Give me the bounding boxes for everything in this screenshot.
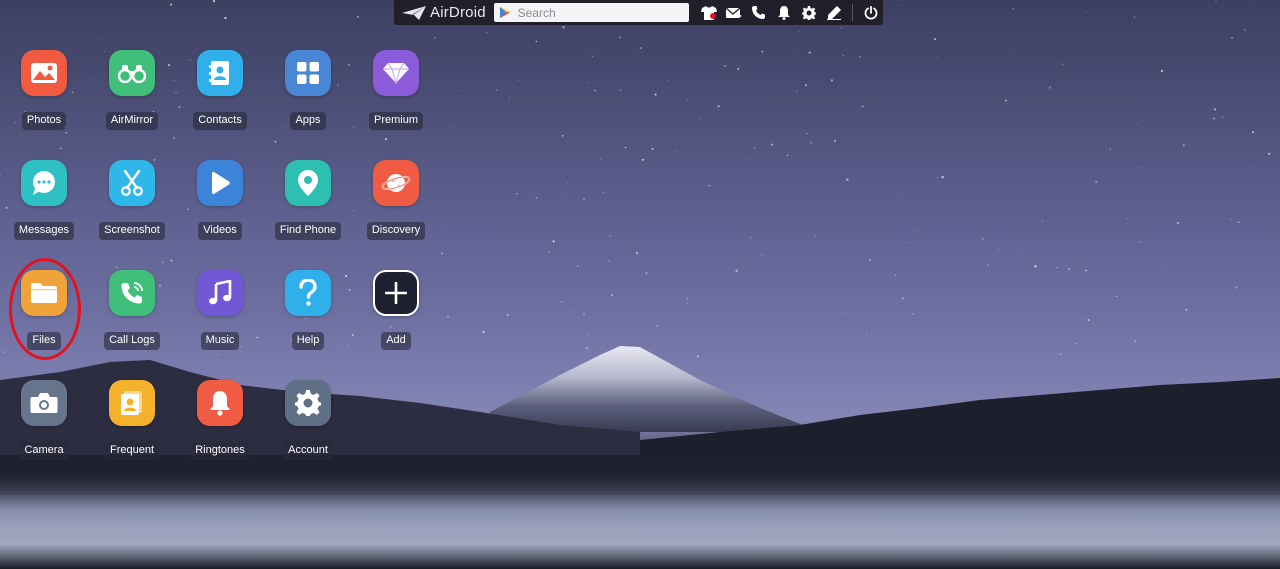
paper-plane-icon	[402, 5, 426, 20]
app-videos[interactable]: Videos	[180, 160, 260, 260]
app-label: Camera	[19, 442, 69, 460]
app-label: Screenshot	[99, 222, 165, 240]
airdroid-logo[interactable]: AirDroid	[402, 4, 494, 21]
planet-icon	[373, 160, 419, 206]
app-label: Music	[200, 332, 240, 350]
search-box[interactable]	[493, 3, 689, 22]
search-input[interactable]	[517, 5, 678, 20]
app-label: Contacts	[193, 112, 247, 130]
frequent-contact-card-icon	[109, 380, 155, 426]
app-airmirror[interactable]: AirMirror	[92, 50, 172, 150]
photos-icon	[21, 50, 67, 96]
app-discovery[interactable]: Discovery	[356, 160, 436, 260]
app-screenshot[interactable]: Screenshot	[92, 160, 172, 260]
app-help[interactable]: Help	[268, 270, 348, 370]
app-label: Apps	[290, 112, 326, 130]
play-icon	[197, 160, 243, 206]
app-music[interactable]: Music	[180, 270, 260, 370]
app-camera[interactable]: Camera	[4, 380, 84, 480]
app-frequent[interactable]: Frequent	[92, 380, 172, 480]
scissors-icon	[109, 160, 155, 206]
app-label: Account	[283, 442, 333, 460]
app-find-phone[interactable]: Find Phone	[268, 160, 348, 260]
app-ringtones[interactable]: Ringtones	[180, 380, 260, 480]
app-label: Discovery	[366, 222, 426, 240]
location-pin-icon	[285, 160, 331, 206]
mail-icon[interactable]	[722, 0, 747, 25]
app-label: Premium	[368, 112, 423, 130]
app-photos[interactable]: Photos	[4, 50, 84, 150]
folder-icon	[21, 270, 67, 316]
app-label: Add	[381, 332, 411, 350]
desktop-wallpaper: AirDroid Search Photos AirMirror Contact…	[0, 0, 1280, 569]
camera-icon	[21, 380, 67, 426]
music-note-icon	[197, 270, 243, 316]
plus-icon	[373, 270, 419, 316]
power-icon[interactable]	[858, 0, 883, 25]
app-label: Ringtones	[190, 442, 250, 460]
app-premium[interactable]: Premium	[356, 50, 436, 150]
gear-icon	[285, 380, 331, 426]
app-label: Photos	[21, 112, 67, 130]
play-store-icon	[499, 7, 510, 18]
gear-icon[interactable]	[796, 0, 821, 25]
edit-icon[interactable]	[821, 0, 846, 25]
app-contacts[interactable]: Contacts	[180, 50, 260, 150]
grid-icon	[285, 50, 331, 96]
top-toolbar: AirDroid	[394, 0, 883, 25]
binoculars-icon	[109, 50, 155, 96]
app-account[interactable]: Account	[268, 380, 348, 480]
bell-icon[interactable]	[771, 0, 796, 25]
app-label: Find Phone	[274, 222, 342, 240]
app-label: Call Logs	[104, 332, 160, 350]
phone-call-icon	[109, 270, 155, 316]
app-messages[interactable]: Messages	[4, 160, 84, 260]
question-mark-icon	[285, 270, 331, 316]
chat-bubble-icon	[21, 160, 67, 206]
app-label: Videos	[198, 222, 242, 240]
logo-text: AirDroid	[430, 4, 486, 21]
app-label: Help	[291, 332, 325, 350]
app-apps[interactable]: Apps	[268, 50, 348, 150]
phone-icon[interactable]	[747, 0, 772, 25]
contacts-icon	[197, 50, 243, 96]
toolbar-divider	[852, 4, 854, 21]
app-add[interactable]: Add	[356, 270, 436, 370]
app-label: Messages	[13, 222, 75, 240]
bell-icon	[197, 380, 243, 426]
app-label: AirMirror	[105, 112, 159, 130]
app-files[interactable]: Files	[4, 270, 84, 370]
app-label: Frequent	[104, 442, 160, 460]
diamond-icon	[373, 50, 419, 96]
app-call-logs[interactable]: Call Logs	[92, 270, 172, 370]
app-label: Files	[27, 332, 61, 350]
tshirt-icon[interactable]	[697, 0, 722, 25]
